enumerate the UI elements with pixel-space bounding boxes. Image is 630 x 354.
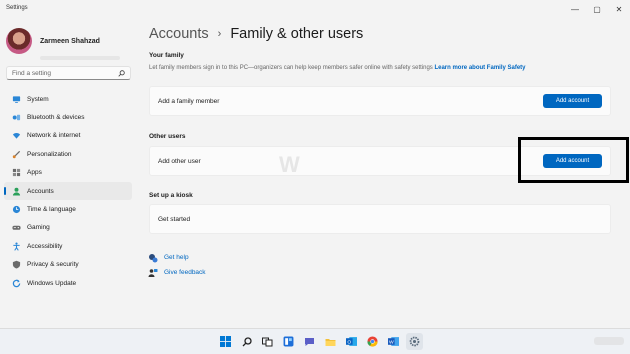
window-title: Settings <box>6 5 28 11</box>
sidebar-item-apps[interactable]: Apps <box>4 164 132 182</box>
file-explorer-icon[interactable] <box>322 333 339 350</box>
sidebar-nav: System Bluetooth & devices Network & int… <box>4 90 132 292</box>
give-feedback-link[interactable]: Give feedback <box>148 265 206 280</box>
outlook-icon[interactable]: O <box>343 333 360 350</box>
svg-text:O: O <box>347 339 351 345</box>
add-family-member-card: Add a family member Add account <box>149 86 611 116</box>
family-description: Let family members sign in to this PC—or… <box>149 65 526 71</box>
svg-text:W: W <box>389 339 394 345</box>
title-bar: Settings — ▢ ✕ <box>0 0 630 18</box>
your-family-heading: Your family <box>149 52 184 59</box>
get-help-label: Get help <box>164 254 189 261</box>
monitor-icon <box>12 95 21 104</box>
sidebar-item-label: Network & internet <box>27 132 81 140</box>
breadcrumb: Accounts › Family & other users <box>149 26 363 42</box>
globe-clock-icon <box>12 205 21 214</box>
search-box[interactable] <box>6 66 131 80</box>
other-users-heading: Other users <box>149 133 186 140</box>
sidebar-item-gaming[interactable]: Gaming <box>4 219 132 237</box>
windows-start-icon[interactable] <box>217 333 234 350</box>
sidebar-item-bluetooth[interactable]: Bluetooth & devices <box>4 108 132 126</box>
gamepad-icon <box>12 223 21 232</box>
feedback-icon <box>148 268 158 278</box>
avatar <box>6 28 32 54</box>
sidebar-item-network[interactable]: Network & internet <box>4 127 132 145</box>
sidebar-item-windows-update[interactable]: Windows Update <box>4 274 132 292</box>
sidebar-item-label: Windows Update <box>27 279 77 287</box>
wifi-icon <box>12 131 21 140</box>
help-icon <box>148 253 158 263</box>
chat-icon[interactable] <box>301 333 318 350</box>
sidebar-item-accounts[interactable]: Accounts <box>4 181 132 201</box>
add-other-account-button[interactable]: Add account <box>543 154 602 168</box>
update-icon <box>12 279 21 288</box>
sidebar-item-label: Time & language <box>27 206 76 214</box>
sidebar-item-system[interactable]: System <box>4 90 132 108</box>
search-icon[interactable] <box>118 69 125 77</box>
breadcrumb-parent[interactable]: Accounts <box>149 26 209 42</box>
kiosk-heading: Set up a kiosk <box>149 192 193 199</box>
task-view-icon[interactable] <box>259 333 276 350</box>
sidebar-item-label: Bluetooth & devices <box>27 114 85 122</box>
sidebar-item-label: Privacy & security <box>27 261 79 269</box>
family-safety-link[interactable]: Learn more about Family Safety <box>434 65 525 71</box>
chrome-icon[interactable] <box>364 333 381 350</box>
person-icon <box>12 187 21 196</box>
sidebar-item-personalization[interactable]: Personalization <box>4 145 132 163</box>
chevron-right-icon: › <box>217 28 222 40</box>
maximize-button[interactable]: ▢ <box>586 0 608 18</box>
close-button[interactable]: ✕ <box>608 0 630 18</box>
profile-name: Zarmeen Shahzad <box>40 37 100 45</box>
search-icon[interactable] <box>238 333 255 350</box>
page-title: Family & other users <box>230 26 364 42</box>
sidebar-item-label: Personalization <box>27 150 72 158</box>
sidebar-item-label: Accounts <box>27 187 54 195</box>
get-help-link[interactable]: Get help <box>148 250 206 265</box>
add-other-user-label: Add other user <box>158 157 201 165</box>
search-input[interactable] <box>12 69 118 77</box>
window-controls: — ▢ ✕ <box>564 0 630 18</box>
profile-email-redacted <box>40 56 120 60</box>
word-icon[interactable]: W <box>385 333 402 350</box>
widgets-icon[interactable] <box>280 333 297 350</box>
sidebar-item-label: Gaming <box>27 224 50 232</box>
kiosk-card[interactable]: Get started <box>149 204 611 234</box>
watermark-logo: W <box>279 152 300 177</box>
sidebar-item-label: Apps <box>27 169 42 177</box>
add-family-member-label: Add a family member <box>158 97 220 105</box>
sidebar-item-label: System <box>27 95 49 103</box>
help-links: Get help Give feedback <box>148 250 206 280</box>
sidebar-item-label: Accessibility <box>27 242 63 250</box>
settings-icon[interactable] <box>406 333 423 350</box>
accessibility-icon <box>12 242 21 251</box>
minimize-button[interactable]: — <box>564 0 586 18</box>
user-profile[interactable]: Zarmeen Shahzad <box>6 28 100 54</box>
taskbar-icons: O W <box>217 333 423 350</box>
shield-icon <box>12 260 21 269</box>
add-family-account-button[interactable]: Add account <box>543 94 602 108</box>
sidebar: Zarmeen Shahzad System Bluetooth & devic… <box>0 18 140 328</box>
bluetooth-icon <box>12 113 21 122</box>
give-feedback-label: Give feedback <box>164 269 206 276</box>
add-other-user-card: Add other user Add account <box>149 146 611 176</box>
sidebar-item-accessibility[interactable]: Accessibility <box>4 237 132 255</box>
system-tray[interactable] <box>594 337 624 345</box>
taskbar: O W <box>0 328 630 354</box>
kiosk-get-started-label: Get started <box>158 215 191 223</box>
apps-icon <box>12 168 21 177</box>
sidebar-item-privacy[interactable]: Privacy & security <box>4 256 132 274</box>
family-description-text: Let family members sign in to this PC—or… <box>149 65 433 71</box>
sidebar-item-time-language[interactable]: Time & language <box>4 200 132 218</box>
brush-icon <box>12 150 21 159</box>
